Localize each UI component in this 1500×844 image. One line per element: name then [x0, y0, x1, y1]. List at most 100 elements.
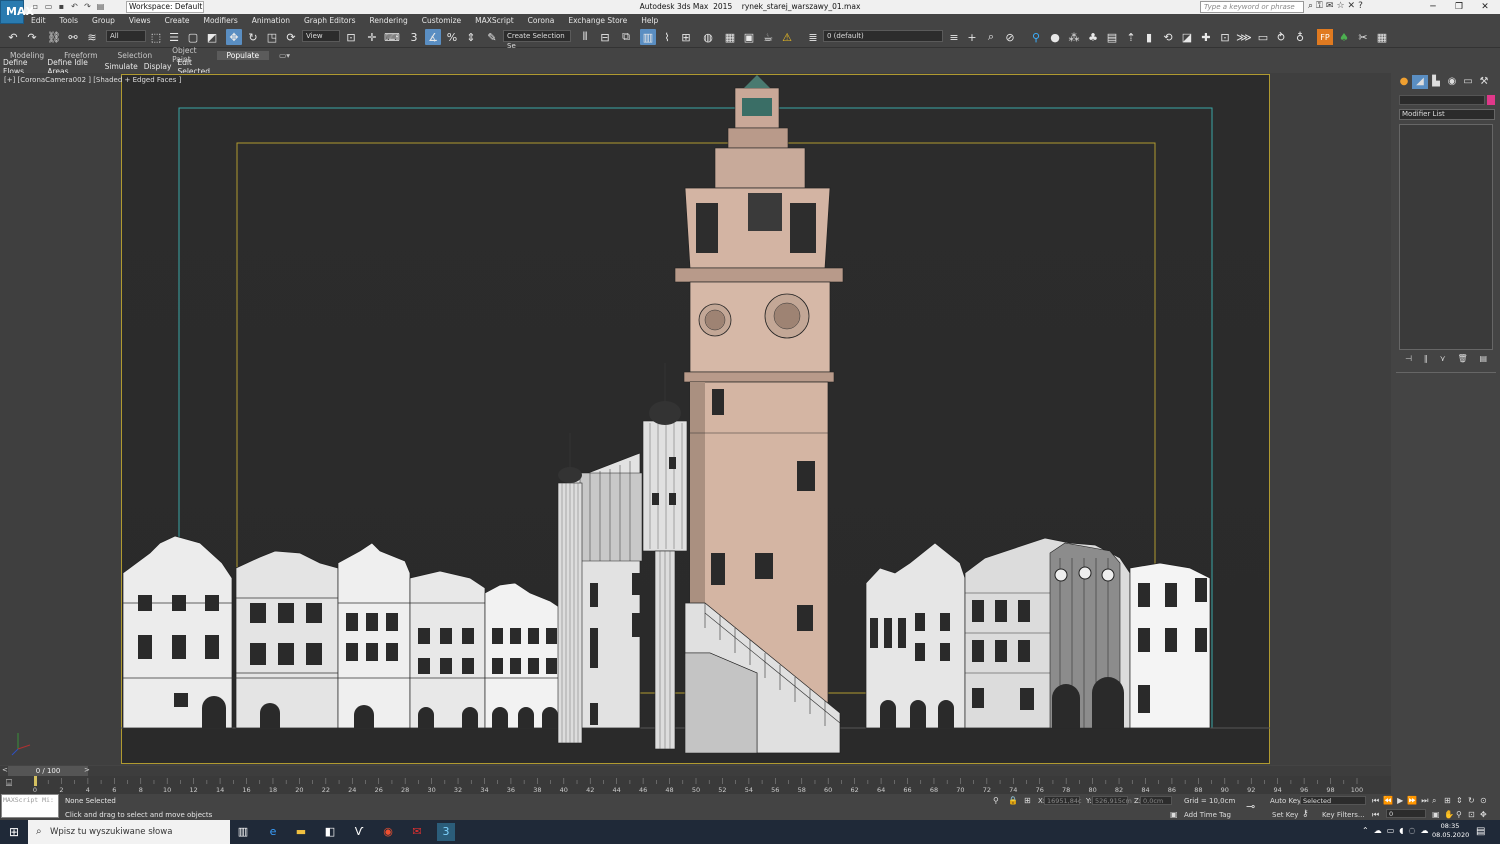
- scatter-icon[interactable]: ⁂: [1066, 29, 1082, 45]
- object-color-swatch[interactable]: [1487, 95, 1495, 105]
- file-explorer-icon[interactable]: ▬: [292, 823, 310, 841]
- select-rotate-icon[interactable]: ↻: [245, 29, 261, 45]
- modifier-list-dropdown[interactable]: Modifier List: [1399, 109, 1495, 120]
- viewport-camera[interactable]: [+] [CoronaCamera002 ] [Shaded + Edged F…: [0, 73, 1391, 765]
- fov-icon[interactable]: ▣: [1432, 810, 1444, 819]
- restore-button[interactable]: ❐: [1446, 0, 1472, 14]
- layer-manager-icon[interactable]: ⧉: [618, 29, 634, 45]
- transform-gizmo-icon[interactable]: ✚: [1198, 29, 1214, 45]
- motion-tab-icon[interactable]: ◉: [1444, 75, 1460, 89]
- select-link-icon[interactable]: ⛓: [46, 29, 62, 45]
- z-coordinate-field[interactable]: 0,0cm: [1140, 796, 1172, 805]
- box-icon[interactable]: ▭: [1255, 29, 1271, 45]
- menu-corona[interactable]: Corona: [521, 16, 562, 25]
- create-plus-icon[interactable]: +: [964, 29, 980, 45]
- zoom-icon[interactable]: ⌕: [1432, 796, 1444, 806]
- redo-icon[interactable]: ↷: [24, 29, 40, 45]
- menu-views[interactable]: Views: [122, 16, 158, 25]
- layer-dropdown[interactable]: 0 (default): [823, 30, 943, 42]
- communication-icon[interactable]: ✉: [1326, 1, 1334, 11]
- lock-selection-icon[interactable]: 🔒: [1008, 796, 1018, 805]
- unlink-icon[interactable]: ⚯: [65, 29, 81, 45]
- mini-curve-editor-icon[interactable]: ⌸: [6, 778, 12, 789]
- motion-icon[interactable]: ⋙: [1236, 29, 1252, 45]
- star-icon[interactable]: ☆: [1336, 1, 1344, 11]
- brush-icon[interactable]: ⇡: [1123, 29, 1139, 45]
- battery-icon[interactable]: ▭: [1387, 826, 1395, 835]
- utilities-tab-icon[interactable]: ⚒: [1476, 75, 1492, 89]
- menu-group[interactable]: Group: [85, 16, 122, 25]
- chart-icon[interactable]: ▮: [1141, 29, 1157, 45]
- walk-through-icon[interactable]: ⚲: [1456, 810, 1468, 819]
- menu-animation[interactable]: Animation: [245, 16, 297, 25]
- curve-editor-icon[interactable]: ⌇: [659, 29, 675, 45]
- time-slider-prev-icon[interactable]: <: [2, 766, 8, 774]
- loop-icon[interactable]: ⥁: [1273, 29, 1289, 45]
- truck-icon[interactable]: ✋: [1444, 810, 1456, 819]
- display-button[interactable]: Display: [141, 62, 175, 71]
- select-scale-icon[interactable]: ◳: [264, 29, 280, 45]
- menu-graph-editors[interactable]: Graph Editors: [297, 16, 363, 25]
- save-file-icon[interactable]: ▪: [56, 1, 67, 12]
- cloud-sync-icon[interactable]: ☁: [1420, 826, 1428, 835]
- notification-center-icon[interactable]: ▤: [1476, 826, 1485, 837]
- project-folder-icon[interactable]: ▤: [95, 1, 106, 12]
- light-bulb-icon[interactable]: ♁: [1292, 29, 1308, 45]
- angle-snap-icon[interactable]: ∡: [425, 29, 441, 45]
- key-mode-dropdown[interactable]: Selected: [1300, 796, 1366, 805]
- remove-modifier-icon[interactable]: 🗑: [1457, 354, 1467, 366]
- edit-named-selection-icon[interactable]: ✎: [484, 29, 500, 45]
- key-filters-button[interactable]: Key Filters...: [1322, 811, 1365, 819]
- tab-selection[interactable]: Selection: [108, 51, 163, 60]
- menu-tools[interactable]: Tools: [53, 16, 85, 25]
- volume-icon[interactable]: ◖: [1399, 826, 1403, 835]
- material-editor-icon[interactable]: ◍: [700, 29, 716, 45]
- railclone-icon[interactable]: ♠: [1336, 29, 1352, 45]
- key-mode-toggle-icon[interactable]: ⏮: [1372, 810, 1379, 820]
- pan-icon[interactable]: ✥: [1480, 810, 1492, 819]
- x-coordinate-field[interactable]: 16951,84c: [1044, 796, 1082, 805]
- tab-populate[interactable]: Populate: [216, 50, 270, 60]
- select-move-icon[interactable]: ✥: [226, 29, 242, 45]
- play-icon[interactable]: ▶: [1397, 796, 1403, 806]
- taskbar-clock[interactable]: 08:35 08.05.2020: [1432, 822, 1469, 840]
- layer-icon[interactable]: ≣: [805, 29, 821, 45]
- store-icon[interactable]: ◧: [321, 823, 339, 841]
- selection-filter-dropdown[interactable]: All: [106, 30, 146, 42]
- spinner-snap-icon[interactable]: ⇕: [463, 29, 479, 45]
- time-slider-next-icon[interactable]: >: [84, 766, 90, 774]
- orbit-icon[interactable]: ⟲: [1160, 29, 1176, 45]
- track-bar[interactable]: 0 2 4 6 8 10 12 14 16 18 20 22 24 26 28 30 32 34 36 38 40 42 4…: [0, 776, 1391, 794]
- acrobat-icon[interactable]: ✉: [408, 823, 426, 841]
- maxscript-listener-input[interactable]: MAXScript Mi:: [1, 794, 59, 818]
- configure-sets-icon[interactable]: ▤: [1479, 354, 1487, 366]
- time-tag-icon[interactable]: ▣: [1170, 810, 1178, 819]
- current-frame-field[interactable]: 0: [1386, 809, 1426, 818]
- select-by-name-icon[interactable]: ☰: [166, 29, 182, 45]
- window-crossing-icon[interactable]: ◩: [204, 29, 220, 45]
- table-icon[interactable]: ▤: [1104, 29, 1120, 45]
- pin-stack-icon[interactable]: ⊣: [1405, 354, 1412, 366]
- time-slider[interactable]: [0, 766, 1391, 776]
- warning-icon[interactable]: ⚠: [779, 29, 795, 45]
- workspace-dropdown[interactable]: Workspace: Default: [126, 1, 204, 13]
- time-slider-thumb[interactable]: 0 / 100: [8, 766, 88, 776]
- tray-expand-icon[interactable]: ⌃: [1362, 826, 1369, 835]
- roll-icon[interactable]: ⊙: [1480, 796, 1492, 806]
- windows-start-icon[interactable]: ⊞: [0, 820, 28, 844]
- keyboard-shortcut-override-icon[interactable]: ⌨: [384, 29, 400, 45]
- simulate-button[interactable]: Simulate: [102, 62, 141, 71]
- auto-key-button[interactable]: Auto Key: [1270, 797, 1301, 805]
- hierarchy-tab-icon[interactable]: ▙: [1428, 75, 1444, 89]
- reference-coordinate-dropdown[interactable]: View: [302, 30, 340, 42]
- edge-browser-icon[interactable]: e: [264, 823, 282, 841]
- menu-maxscript[interactable]: MAXScript: [468, 16, 521, 25]
- go-to-start-icon[interactable]: ⏮: [1372, 796, 1379, 806]
- application-button[interactable]: MAX: [0, 0, 34, 24]
- align-icon[interactable]: ⊟: [597, 29, 613, 45]
- frame-icon[interactable]: ⊡: [1217, 29, 1233, 45]
- forest-pack-icon[interactable]: FP: [1317, 29, 1333, 45]
- mirror-icon[interactable]: ⫴: [577, 29, 593, 45]
- show-end-result-icon[interactable]: ∥: [1424, 354, 1428, 366]
- exchange-icon[interactable]: ✕: [1348, 1, 1356, 11]
